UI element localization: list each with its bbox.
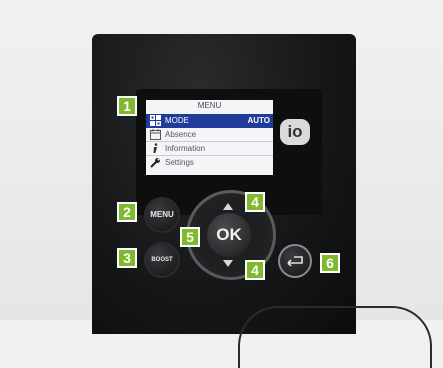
back-button[interactable] [278, 244, 312, 278]
callout-4-down: 4 [245, 260, 265, 280]
callout-3-boost: 3 [117, 248, 137, 268]
callout-1-screen: 1 [117, 96, 137, 116]
menu-button[interactable]: MENU [144, 197, 180, 233]
back-arrow-icon [287, 256, 303, 267]
menu-item-label: Settings [165, 158, 194, 167]
menu-item-label: Absence [165, 130, 197, 139]
device-base-curve [238, 306, 432, 368]
menu-item-label: Information [165, 144, 206, 153]
down-arrow-icon[interactable] [223, 260, 233, 267]
callout-4-up: 4 [245, 192, 265, 212]
menu-item-information[interactable]: Information [146, 142, 273, 156]
thermostat-device [92, 34, 432, 368]
menu-item-settings[interactable]: Settings [146, 156, 273, 170]
menu-item-label: MODE [165, 116, 189, 125]
callout-5-ok: 5 [180, 227, 200, 247]
menu-item-value: AUTO [247, 116, 270, 125]
menu-item-absence[interactable]: Absence [146, 128, 273, 142]
menu-item-mode[interactable]: MODE AUTO [146, 114, 273, 128]
io-logo: io [280, 119, 310, 145]
callout-6-back: 6 [320, 253, 340, 273]
callout-2-menu: 2 [117, 202, 137, 222]
calendar-icon [150, 129, 161, 140]
boost-button[interactable]: BOOST [144, 242, 180, 278]
info-icon [150, 143, 161, 154]
mode-icon [150, 115, 161, 126]
wrench-icon [150, 157, 161, 168]
screen-title: MENU [197, 101, 222, 110]
up-arrow-icon[interactable] [223, 203, 233, 210]
ok-button[interactable]: OK [207, 213, 251, 257]
lcd-screen: MENU MODE AUTO Absence Information Setti… [146, 100, 273, 175]
